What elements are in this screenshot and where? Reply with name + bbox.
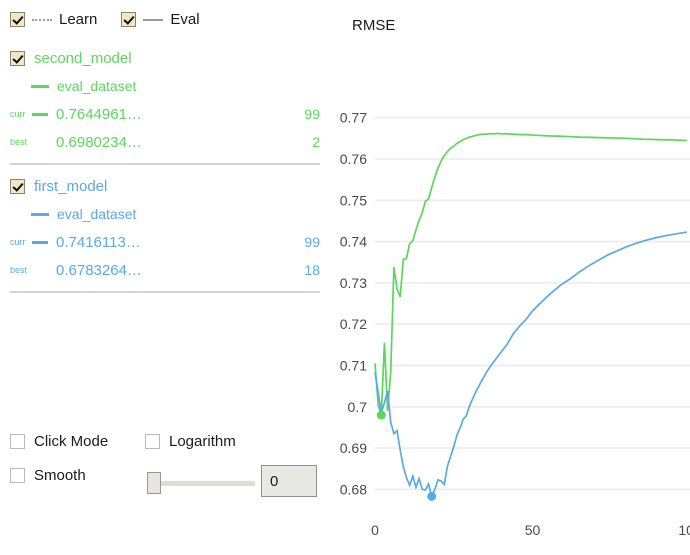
- model-header-second-model[interactable]: second_model: [0, 48, 330, 68]
- smooth-slider-track[interactable]: [150, 481, 255, 486]
- click-mode-label: Click Mode: [34, 434, 108, 449]
- legend-entry-learn[interactable]: Learn: [10, 12, 97, 27]
- rmse-line-chart[interactable]: 0.68 0.69 0.7 0.71 0.72 0.73 0.74 0.75 0.76 0.77 0…: [330, 0, 690, 555]
- first-model-best-row: best 0.6783264… 18: [0, 260, 330, 280]
- second-model-dataset-line-icon: [31, 85, 49, 88]
- logarithm-label: Logarithm: [169, 434, 236, 449]
- second-model-curr-tag: curr: [10, 110, 32, 119]
- second-model-curr-row: curr 0.7644961… 99: [0, 104, 330, 124]
- first-model-checkbox[interactable]: [10, 179, 25, 194]
- first-model-dataset-row[interactable]: eval_dataset: [0, 204, 330, 224]
- second-model-dataset-name: eval_dataset: [57, 79, 136, 93]
- eval-checkbox[interactable]: [121, 12, 136, 27]
- y-axis-tick-label: 0.72: [340, 316, 367, 332]
- legend-entry-eval[interactable]: Eval: [121, 12, 199, 27]
- second-model-best-tag: best: [10, 138, 32, 147]
- first-model-curr-row: curr 0.7416113… 99: [0, 232, 330, 252]
- series-line: [375, 133, 687, 415]
- first-model-best-tag: best: [10, 266, 32, 275]
- chart-panel: RMSE 0.680.690.70.710.720.730.740.750.76…: [330, 0, 690, 555]
- second-model-curr-value: 0.7644961…: [56, 107, 142, 122]
- learn-checkbox[interactable]: [10, 12, 25, 27]
- smooth-checkbox[interactable]: [10, 468, 25, 483]
- x-axis-tick-label: 50: [525, 522, 541, 538]
- smooth-slider[interactable]: [145, 472, 255, 494]
- learn-label: Learn: [59, 12, 97, 27]
- eval-line-sample-icon: [143, 19, 163, 21]
- model-block-second-model: second_model eval_dataset curr 0.7644961…: [0, 48, 330, 152]
- divider-after-second-model: [10, 163, 320, 165]
- first-model-name: first_model: [34, 179, 107, 194]
- first-model-dataset-name: eval_dataset: [57, 207, 136, 221]
- first-model-curr-dash-icon: [32, 241, 50, 244]
- x-axis-tick-label: 100: [678, 522, 690, 538]
- series-type-legend: Learn Eval: [10, 12, 200, 27]
- smooth-value-input[interactable]: 0: [261, 465, 317, 497]
- y-axis-tick-label: 0.77: [340, 110, 367, 126]
- y-axis-tick-label: 0.69: [340, 440, 367, 456]
- first-model-best-iteration: 18: [304, 263, 330, 277]
- best-value-marker[interactable]: [377, 411, 386, 420]
- smooth-label: Smooth: [34, 468, 86, 483]
- second-model-dataset-row[interactable]: eval_dataset: [0, 76, 330, 96]
- second-model-curr-dash-icon: [32, 113, 50, 116]
- y-axis-tick-label: 0.73: [340, 275, 367, 291]
- best-value-marker[interactable]: [427, 492, 436, 501]
- divider-after-first-model: [10, 291, 320, 293]
- second-model-best-iteration: 2: [312, 135, 330, 149]
- metrics-side-panel: Learn Eval second_model eval_dataset cur…: [0, 0, 330, 555]
- first-model-best-value: 0.6783264…: [56, 263, 142, 278]
- eval-label: Eval: [170, 12, 199, 27]
- first-model-curr-iteration: 99: [304, 235, 330, 249]
- y-axis-tick-label: 0.68: [340, 481, 367, 497]
- click-mode-checkbox[interactable]: [10, 434, 25, 449]
- click-mode-control[interactable]: Click Mode: [10, 434, 108, 449]
- first-model-curr-value: 0.7416113…: [56, 235, 141, 250]
- first-model-curr-tag: curr: [10, 238, 32, 247]
- y-axis-tick-label: 0.7: [348, 399, 368, 415]
- y-axis-tick-label: 0.71: [340, 357, 367, 373]
- second-model-name: second_model: [34, 51, 132, 66]
- model-header-first-model[interactable]: first_model: [0, 176, 330, 196]
- logarithm-control[interactable]: Logarithm: [145, 434, 236, 449]
- smooth-value-text: 0: [270, 474, 278, 489]
- logarithm-checkbox[interactable]: [145, 434, 160, 449]
- learn-line-sample-icon: [32, 19, 52, 21]
- smooth-control[interactable]: Smooth: [10, 468, 86, 483]
- second-model-best-row: best 0.6980234… 2: [0, 132, 330, 152]
- first-model-dataset-line-icon: [31, 213, 49, 216]
- second-model-curr-iteration: 99: [304, 107, 330, 121]
- y-axis-tick-label: 0.74: [340, 234, 367, 250]
- second-model-best-value: 0.6980234…: [56, 135, 142, 150]
- smooth-slider-thumb[interactable]: [147, 472, 161, 494]
- y-axis-tick-label: 0.76: [340, 151, 367, 167]
- y-axis-tick-label: 0.75: [340, 192, 367, 208]
- model-block-first-model: first_model eval_dataset curr 0.7416113……: [0, 176, 330, 280]
- x-axis-tick-label: 0: [371, 522, 379, 538]
- second-model-checkbox[interactable]: [10, 51, 25, 66]
- series-line: [375, 232, 687, 496]
